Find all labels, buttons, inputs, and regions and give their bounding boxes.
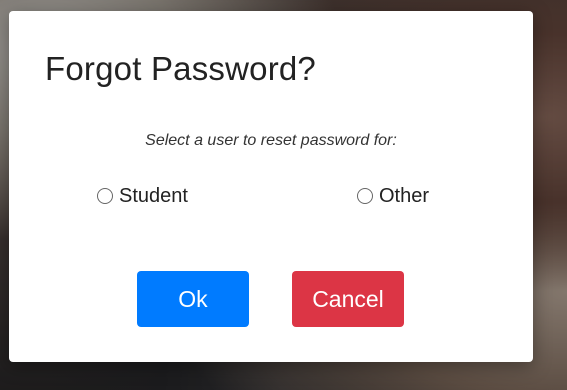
cancel-button[interactable]: Cancel [292,271,404,327]
radio-option-student[interactable]: Student [97,184,188,208]
student-radio-label: Student [119,185,188,207]
ok-button[interactable]: Ok [137,271,249,327]
dialog-title: Forgot Password? [45,50,316,87]
other-radio-button[interactable] [357,188,373,204]
other-radio-label: Other [379,185,430,207]
dialog-prompt: Select a user to reset password for: [145,132,397,149]
student-radio-button[interactable] [97,188,113,204]
forgot-password-dialog: Forgot Password? Select a user to reset … [9,11,533,362]
radio-option-other[interactable]: Other [357,184,429,208]
